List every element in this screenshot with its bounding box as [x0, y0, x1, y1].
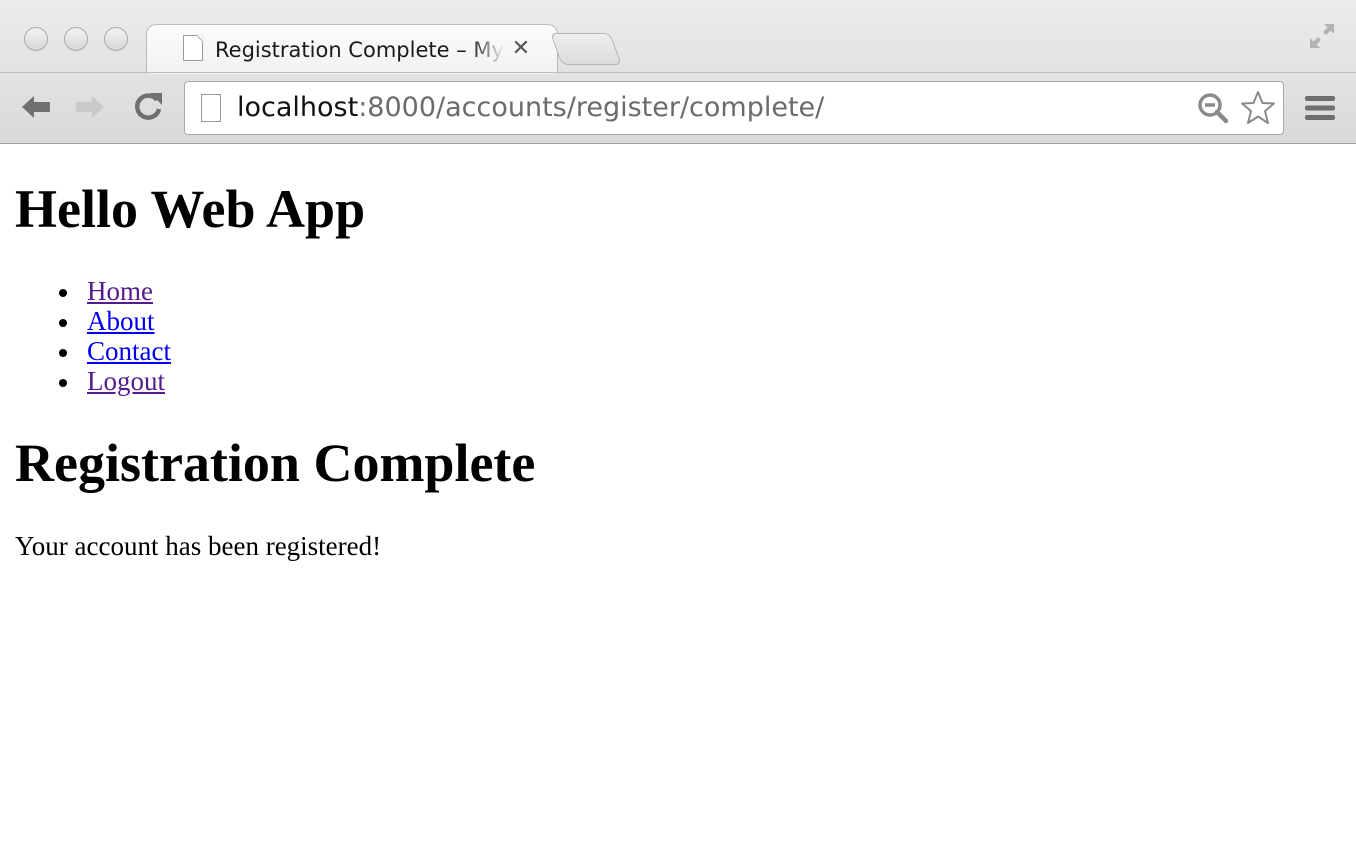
tab-strip: Registration Complete – My Web App ✕ [0, 0, 1356, 74]
close-window-button[interactable] [24, 27, 48, 51]
list-bullet [59, 349, 67, 357]
nav-link-contact[interactable]: Contact [87, 336, 171, 366]
forward-arrow-icon[interactable] [72, 89, 108, 125]
browser-chrome: Registration Complete – My Web App ✕ loc… [0, 0, 1356, 144]
active-tab[interactable]: Registration Complete – My Web App ✕ [146, 24, 558, 74]
zoom-out-icon[interactable] [1197, 92, 1229, 124]
hamburger-menu-icon[interactable] [1303, 93, 1337, 123]
list-bullet [59, 319, 67, 327]
confirmation-message: Your account has been registered! [15, 531, 382, 561]
page-content: Hello Web App Home About Contact Logout … [0, 144, 1356, 856]
nav-link-home[interactable]: Home [87, 276, 153, 306]
page-icon [183, 34, 204, 61]
site-title: Hello Web App [15, 179, 366, 239]
page-icon [201, 94, 221, 122]
fullscreen-icon[interactable] [1306, 20, 1338, 52]
back-arrow-icon[interactable] [18, 89, 54, 125]
url-host: localhost [237, 92, 359, 123]
minimize-window-button[interactable] [64, 27, 88, 51]
list-bullet [59, 379, 67, 387]
star-icon[interactable] [1239, 89, 1277, 127]
nav-link-logout[interactable]: Logout [87, 366, 165, 396]
toolbar: localhost:8000/accounts/register/complet… [0, 72, 1356, 144]
nav-link-about[interactable]: About [87, 306, 155, 336]
list-bullet [59, 289, 67, 297]
new-tab-button[interactable] [550, 33, 622, 65]
tab-title: Registration Complete – My Web App [215, 38, 505, 62]
zoom-window-button[interactable] [104, 27, 128, 51]
page-heading: Registration Complete [15, 433, 536, 493]
address-bar[interactable]: localhost:8000/accounts/register/complet… [184, 81, 1284, 135]
reload-icon[interactable] [130, 89, 166, 125]
url-text[interactable]: localhost:8000/accounts/register/complet… [237, 91, 824, 125]
tab-close-icon[interactable]: ✕ [509, 35, 533, 63]
url-path: :8000/accounts/register/complete/ [358, 92, 825, 123]
